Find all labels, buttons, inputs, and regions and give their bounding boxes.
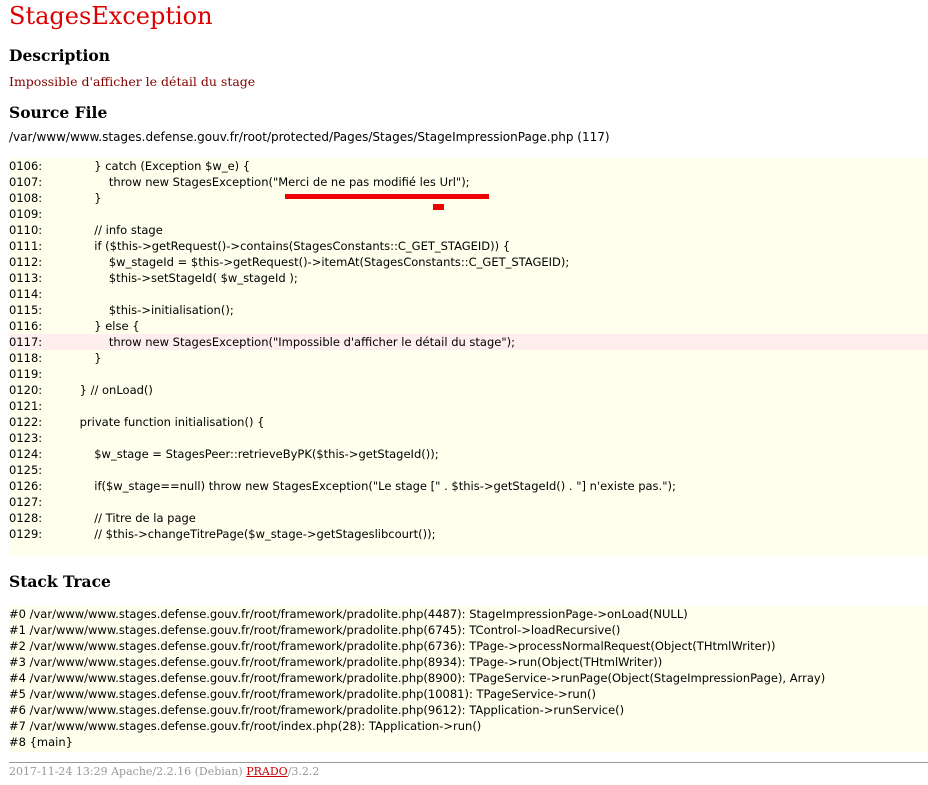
source-file-path: /var/www/www.stages.defense.gouv.fr/root… — [9, 130, 610, 144]
line-code: throw new StagesException("Merci de ne p… — [65, 175, 470, 189]
stack-trace-line: #2 /var/www/www.stages.defense.gouv.fr/r… — [9, 639, 776, 653]
line-number: 0112: — [9, 255, 43, 269]
source-line: 0119: — [9, 366, 928, 382]
line-number: 0128: — [9, 511, 43, 525]
line-code: } catch (Exception $w_e) { — [65, 159, 251, 173]
source-code-block: 0106: } catch (Exception $w_e) {0107: th… — [9, 158, 928, 556]
line-number: 0111: — [9, 239, 43, 253]
source-line: 0111: if ($this->getRequest()->contains(… — [9, 238, 928, 254]
source-file-heading: Source File — [9, 103, 108, 122]
line-number: 0119: — [9, 367, 43, 381]
line-number: 0118: — [9, 351, 43, 365]
line-code: $this->initialisation(); — [65, 303, 234, 317]
line-number: 0114: — [9, 287, 43, 301]
stack-trace-line: #3 /var/www/www.stages.defense.gouv.fr/r… — [9, 655, 663, 669]
source-line: 0116: } else { — [9, 318, 928, 334]
line-code: // Titre de la page — [65, 511, 196, 525]
stack-trace-line: #5 /var/www/www.stages.defense.gouv.fr/r… — [9, 687, 596, 701]
footer-server-info: 2017-11-24 13:29 Apache/2.2.16 (Debian) — [9, 765, 247, 778]
prado-link[interactable]: PRADO — [246, 765, 287, 778]
source-line: 0112: $w_stageId = $this->getRequest()->… — [9, 254, 928, 270]
stack-trace-line: #4 /var/www/www.stages.defense.gouv.fr/r… — [9, 671, 826, 685]
line-number: 0113: — [9, 271, 43, 285]
source-line: 0127: — [9, 494, 928, 510]
stack-trace-line: #7 /var/www/www.stages.defense.gouv.fr/r… — [9, 719, 482, 733]
line-number: 0121: — [9, 399, 43, 413]
source-line: 0121: — [9, 398, 928, 414]
line-number: 0124: — [9, 447, 43, 461]
source-line: 0125: — [9, 462, 928, 478]
source-line: 0107: throw new StagesException("Merci d… — [9, 174, 928, 190]
stack-trace-heading: Stack Trace — [9, 572, 111, 591]
source-line: 0126: if($w_stage==null) throw new Stage… — [9, 478, 928, 494]
footer-divider — [9, 762, 928, 763]
source-line: 0120: } // onLoad() — [9, 382, 928, 398]
line-code: $this->setStageId( $w_stageId ); — [65, 271, 298, 285]
description-text: Impossible d'afficher le détail du stage — [9, 74, 256, 89]
line-number: 0120: — [9, 383, 43, 397]
line-number: 0123: — [9, 431, 43, 445]
line-number: 0117: — [9, 335, 43, 349]
line-code: } — [65, 351, 102, 365]
line-code: } // onLoad() — [65, 383, 153, 397]
source-line: 0123: — [9, 430, 928, 446]
source-line: 0110: // info stage — [9, 222, 928, 238]
line-number: 0122: — [9, 415, 43, 429]
line-code: $w_stage = StagesPeer::retrieveByPK($thi… — [65, 447, 439, 461]
source-line: 0109: — [9, 206, 928, 222]
stack-trace-block: #0 /var/www/www.stages.defense.gouv.fr/r… — [9, 606, 928, 752]
footer-version: /3.2.2 — [287, 765, 320, 778]
source-line: 0115: $this->initialisation(); — [9, 302, 928, 318]
line-code: } — [65, 191, 102, 205]
description-heading: Description — [9, 46, 111, 65]
line-code: private function initialisation() { — [65, 415, 265, 429]
line-number: 0107: — [9, 175, 43, 189]
source-line: 0124: $w_stage = StagesPeer::retrieveByP… — [9, 446, 928, 462]
red-underline-mark — [285, 194, 489, 199]
source-line: 0122: private function initialisation() … — [9, 414, 928, 430]
line-code: } else { — [65, 319, 140, 333]
source-line: 0129: // $this->changeTitrePage($w_stage… — [9, 526, 928, 542]
line-number: 0126: — [9, 479, 43, 493]
stack-trace-line: #6 /var/www/www.stages.defense.gouv.fr/r… — [9, 703, 625, 717]
line-number: 0129: — [9, 527, 43, 541]
line-number: 0127: — [9, 495, 43, 509]
line-number: 0106: — [9, 159, 43, 173]
line-number: 0109: — [9, 207, 43, 221]
line-code: if($w_stage==null) throw new StagesExcep… — [65, 479, 676, 493]
source-line: 0113: $this->setStageId( $w_stageId ); — [9, 270, 928, 286]
stack-trace-line: #0 /var/www/www.stages.defense.gouv.fr/r… — [9, 607, 688, 621]
source-line-error: 0117: throw new StagesException("Impossi… — [9, 334, 928, 350]
line-code: // $this->changeTitrePage($w_stage->getS… — [65, 527, 436, 541]
footer: 2017-11-24 13:29 Apache/2.2.16 (Debian) … — [9, 765, 319, 778]
exception-title: StagesException — [9, 2, 213, 30]
stack-trace-line: #8 {main} — [9, 735, 73, 749]
red-dash-mark — [433, 204, 444, 210]
line-code: throw new StagesException("Impossible d'… — [65, 335, 516, 349]
line-number: 0116: — [9, 319, 43, 333]
source-line: 0114: — [9, 286, 928, 302]
source-line: 0128: // Titre de la page — [9, 510, 928, 526]
line-number: 0125: — [9, 463, 43, 477]
line-code: // info stage — [65, 223, 163, 237]
line-number: 0108: — [9, 191, 43, 205]
stack-trace-line: #1 /var/www/www.stages.defense.gouv.fr/r… — [9, 623, 621, 637]
line-number: 0115: — [9, 303, 43, 317]
line-code: $w_stageId = $this->getRequest()->itemAt… — [65, 255, 570, 269]
line-number: 0110: — [9, 223, 43, 237]
source-code-lines: 0106: } catch (Exception $w_e) {0107: th… — [9, 158, 928, 542]
source-line: 0106: } catch (Exception $w_e) { — [9, 158, 928, 174]
line-code: if ($this->getRequest()->contains(Stages… — [65, 239, 511, 253]
source-line: 0118: } — [9, 350, 928, 366]
